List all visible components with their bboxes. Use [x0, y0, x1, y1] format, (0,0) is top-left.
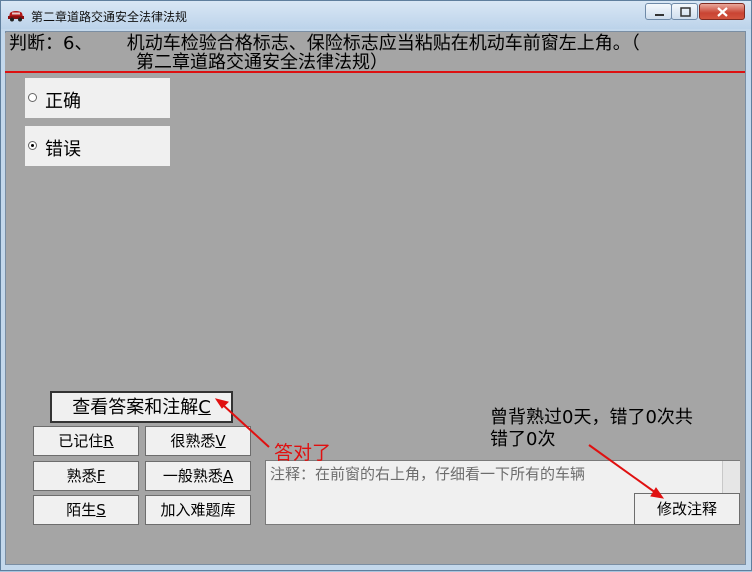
remembered-hotkey: R [103, 432, 114, 450]
view-answer-label: 查看答案和注解 [72, 397, 199, 418]
view-answer-hotkey: C [198, 397, 211, 418]
view-answer-button[interactable]: 查看答案和注解C [50, 391, 233, 423]
average-familiar-label: 一般熟悉 [162, 467, 223, 485]
radio-button-false[interactable] [28, 141, 37, 150]
radio-button-true[interactable] [28, 93, 37, 102]
car-icon [7, 7, 25, 22]
note-scrollbar[interactable] [722, 461, 740, 493]
strange-label: 陌生 [66, 501, 97, 519]
option-false[interactable]: 错误 [25, 126, 170, 166]
close-button[interactable] [699, 3, 745, 20]
remembered-label: 已记住 [58, 432, 104, 450]
window-title: 第二章道路交通安全法律法规 [31, 10, 188, 24]
remembered-button[interactable]: 已记住R [33, 426, 139, 456]
app-window: 第二章道路交通安全法律法规 判断：6、 机动车检验合格标志、保险标志应当粘贴在机… [0, 0, 752, 571]
strange-button[interactable]: 陌生S [33, 495, 139, 525]
add-difficult-button[interactable]: 加入难题库 [145, 495, 251, 525]
familiar-button[interactable]: 熟悉F [33, 461, 139, 491]
very-familiar-hotkey: V [215, 432, 226, 450]
question-text: 判断：6、 机动车检验合格标志、保险标志应当粘贴在机动车前窗左上角。（ 第二章道… [5, 33, 745, 72]
stats-line-1: 曾背熟过0天，错了0次共 [490, 407, 693, 428]
radio-selected-dot [31, 144, 34, 147]
divider-line [5, 71, 745, 73]
question-line-1: 判断：6、 机动车检验合格标志、保险标志应当粘贴在机动车前窗左上角。（ [9, 33, 640, 54]
modify-note-button[interactable]: 修改注释 [634, 493, 740, 525]
question-line-2: 第二章道路交通安全法律法规） [136, 52, 388, 73]
option-false-label: 错误 [45, 139, 81, 160]
strange-hotkey: S [96, 501, 106, 519]
option-true[interactable]: 正确 [25, 78, 170, 118]
average-familiar-hotkey: A [222, 467, 234, 485]
note-text: 注释：在前窗的右上角，仔细看一下所有的车辆 [270, 465, 586, 483]
familiar-hotkey: F [96, 467, 106, 485]
stats-text: 曾背熟过0天，错了0次共 错了0次 [490, 407, 740, 451]
add-difficult-label: 加入难题库 [160, 501, 236, 519]
correct-annotation: 答对了 [274, 442, 332, 464]
title-bar[interactable]: 第二章道路交通安全法律法规 [1, 1, 751, 29]
familiar-label: 熟悉 [66, 467, 97, 485]
option-true-label: 正确 [45, 91, 81, 112]
minimize-button[interactable] [645, 3, 672, 20]
very-familiar-label: 很熟悉 [170, 432, 216, 450]
stats-line-2: 错了0次 [490, 429, 556, 450]
very-familiar-button[interactable]: 很熟悉V [145, 426, 251, 456]
average-familiar-button[interactable]: 一般熟悉A [145, 461, 251, 491]
maximize-button[interactable] [671, 3, 698, 20]
modify-note-label: 修改注释 [656, 500, 717, 518]
